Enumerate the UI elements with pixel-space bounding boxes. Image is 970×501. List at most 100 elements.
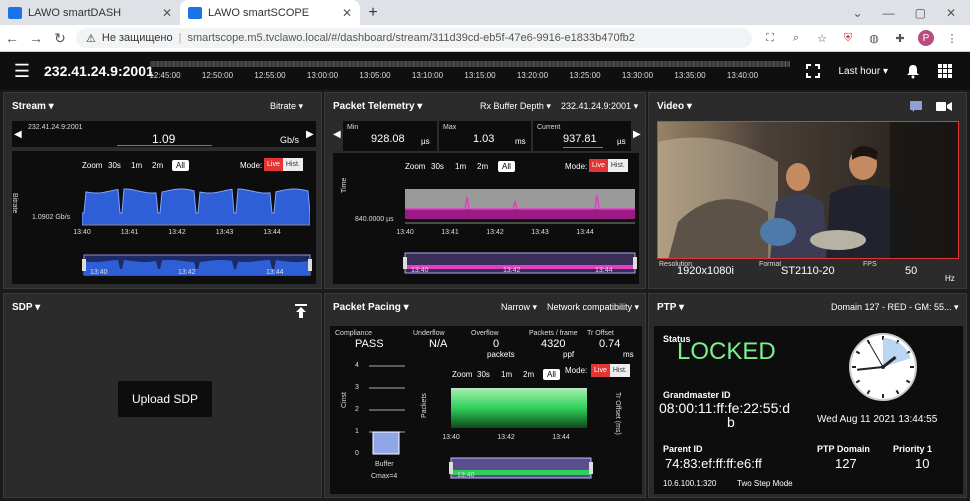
telemetry-panel-title[interactable]: Packet Telemetry ▾ <box>333 101 422 112</box>
sdp-panel-title[interactable]: SDP ▾ <box>12 302 40 313</box>
overflow-value: 0 <box>493 338 500 350</box>
ptp-domain-dropdown[interactable]: Domain 127 - RED - GM: 55... ▾ <box>831 302 959 313</box>
ptp-datetime: Wed Aug 11 2021 13:44:55 <box>817 414 938 425</box>
profile-avatar[interactable]: P <box>918 30 934 46</box>
timeline[interactable]: 12:45:00 12:50:00 12:55:00 13:00:00 13:05:00… <box>149 59 790 83</box>
ptp-panel: PTP ▾ Domain 127 - RED - GM: 55... ▾ Sta… <box>648 293 967 498</box>
buffer-depth-chart[interactable] <box>405 189 635 225</box>
navigator-handle-right[interactable] <box>589 462 593 474</box>
zoom-label: Zoom <box>82 161 103 170</box>
ptp-panel-title[interactable]: PTP ▾ <box>657 302 684 313</box>
live-button[interactable]: Live <box>591 364 610 377</box>
extensions-icon[interactable]: ✚ <box>892 30 908 46</box>
packets-area <box>451 388 587 428</box>
navigator-handle-right[interactable] <box>633 257 637 269</box>
pacing-navigator[interactable]: 13:40 <box>449 456 593 480</box>
x-tick-label: 13:40 <box>442 434 460 441</box>
upload-sdp-button[interactable]: Upload SDP <box>118 381 212 417</box>
reload-icon[interactable]: ↻ <box>48 30 72 47</box>
resolution-value: 1920x1080i <box>677 265 734 277</box>
bitrate-unit: Gb/s <box>280 135 300 145</box>
video-panel: Video ▾ Resolution 1920x1080i Format ST2… <box>648 92 967 289</box>
x-tick-label: 13:41 <box>441 229 459 236</box>
clock-center <box>881 365 885 369</box>
zoom-30s[interactable]: 30s <box>431 162 444 171</box>
browser-tab-smartdash[interactable]: LAWO smartDASH ✕ <box>0 0 180 25</box>
bookmark-star-icon[interactable]: ☆ <box>814 30 830 46</box>
stream-panel-title[interactable]: Stream ▾ <box>12 101 54 112</box>
bell-icon[interactable] <box>906 64 920 79</box>
bitrate-area <box>82 188 310 226</box>
pacing-panel-title[interactable]: Packet Pacing ▾ <box>333 302 409 313</box>
zoom-1m[interactable]: 1m <box>131 161 142 170</box>
video-panel-title[interactable]: Video ▾ <box>657 101 692 112</box>
zoom-30s[interactable]: 30s <box>108 161 121 170</box>
zoom-2m[interactable]: 2m <box>523 370 534 379</box>
hist-button[interactable]: Hist. <box>609 364 630 377</box>
close-icon[interactable]: ✕ <box>162 6 172 20</box>
back-icon[interactable]: ← <box>0 30 24 46</box>
next-icon[interactable]: ▶ <box>306 129 314 140</box>
grid-icon[interactable] <box>938 64 952 78</box>
fullscreen-icon[interactable] <box>806 64 821 78</box>
telemetry-source-dropdown[interactable]: 232.41.24.9:2001 ▾ <box>561 101 638 112</box>
tab-search-icon[interactable]: ⌄ <box>853 6 863 20</box>
navigator-handle-left[interactable] <box>449 462 453 474</box>
telemetry-current-value: 937.81 <box>563 133 597 145</box>
live-button[interactable]: Live <box>264 158 283 171</box>
x-tick-label: 13:40 <box>73 229 91 236</box>
zoom-1m[interactable]: 1m <box>455 162 466 171</box>
maximize-icon[interactable]: ▢ <box>915 6 926 20</box>
x-tick-label: 13:43 <box>215 229 234 236</box>
zoom-all[interactable]: All <box>498 161 515 172</box>
packets-chart[interactable] <box>451 388 591 432</box>
telemetry-metric-dropdown[interactable]: Rx Buffer Depth ▾ <box>480 101 551 112</box>
forward-icon[interactable]: → <box>24 30 48 46</box>
shield-icon[interactable]: ⛨ <box>840 30 856 46</box>
url-field[interactable]: ⚠ Не защищено | smartscope.m5.tvclawo.lo… <box>76 28 752 48</box>
x-tick-label: 13:44 <box>263 229 281 236</box>
buffer-depth-navigator[interactable]: 13:40 13:42 13:44 <box>403 251 637 275</box>
navigator-tick: 13:42 <box>178 269 196 276</box>
bitrate-navigator[interactable]: 13:40 13:42 13:44 <box>82 253 312 277</box>
prev-icon[interactable]: ◀ <box>333 129 341 140</box>
next-icon[interactable]: ▶ <box>633 129 641 140</box>
zoom-all[interactable]: All <box>543 369 560 380</box>
translate-icon[interactable]: ⛶ <box>762 30 778 46</box>
timeline-tick: 12:55:00 <box>254 71 286 80</box>
hamburger-menu-icon[interactable]: ☰ <box>0 61 44 82</box>
prev-icon[interactable]: ◀ <box>14 129 22 140</box>
metric-dropdown[interactable]: Bitrate ▾ <box>270 101 303 112</box>
hist-button[interactable]: Hist. <box>282 158 303 171</box>
zoom-icon[interactable]: ⌕ <box>788 30 804 46</box>
zoom-all[interactable]: All <box>172 160 189 171</box>
analog-clock <box>849 333 917 401</box>
grandmaster-id: 08:00:11:ff:fe:22:55:d <box>659 400 791 416</box>
zoom-1m[interactable]: 1m <box>501 370 512 379</box>
video-preview[interactable] <box>657 121 959 259</box>
caption-icon[interactable] <box>910 101 922 112</box>
lawo-favicon-icon <box>188 6 202 19</box>
close-window-icon[interactable]: ✕ <box>946 6 956 20</box>
compat-dropdown[interactable]: Network compatibility ▾ <box>547 302 639 313</box>
navigator-handle-right[interactable] <box>308 259 312 271</box>
navigator-handle-left[interactable] <box>82 259 86 271</box>
zoom-2m[interactable]: 2m <box>152 161 163 170</box>
timeline-bar[interactable] <box>150 61 790 67</box>
video-camera-icon[interactable] <box>936 101 952 112</box>
navigator-handle-left[interactable] <box>403 257 407 269</box>
ptp-step-mode: Two Step Mode <box>737 479 793 488</box>
zoom-30s[interactable]: 30s <box>477 370 490 379</box>
zoom-2m[interactable]: 2m <box>477 162 488 171</box>
globe-icon[interactable]: ◍ <box>866 30 882 46</box>
menu-icon[interactable]: ⋮ <box>944 30 960 46</box>
range-dropdown[interactable]: Last hour ▾ <box>838 66 888 77</box>
live-button[interactable]: Live <box>589 159 608 172</box>
new-tab-button[interactable]: + <box>360 0 386 25</box>
minimize-icon[interactable]: — <box>883 6 895 20</box>
hist-button[interactable]: Hist. <box>607 159 628 172</box>
upload-icon[interactable] <box>295 304 307 318</box>
browser-tab-smartscope[interactable]: LAWO smartSCOPE ✕ <box>180 0 360 25</box>
narrow-dropdown[interactable]: Narrow ▾ <box>501 302 537 313</box>
close-icon[interactable]: ✕ <box>342 6 352 20</box>
